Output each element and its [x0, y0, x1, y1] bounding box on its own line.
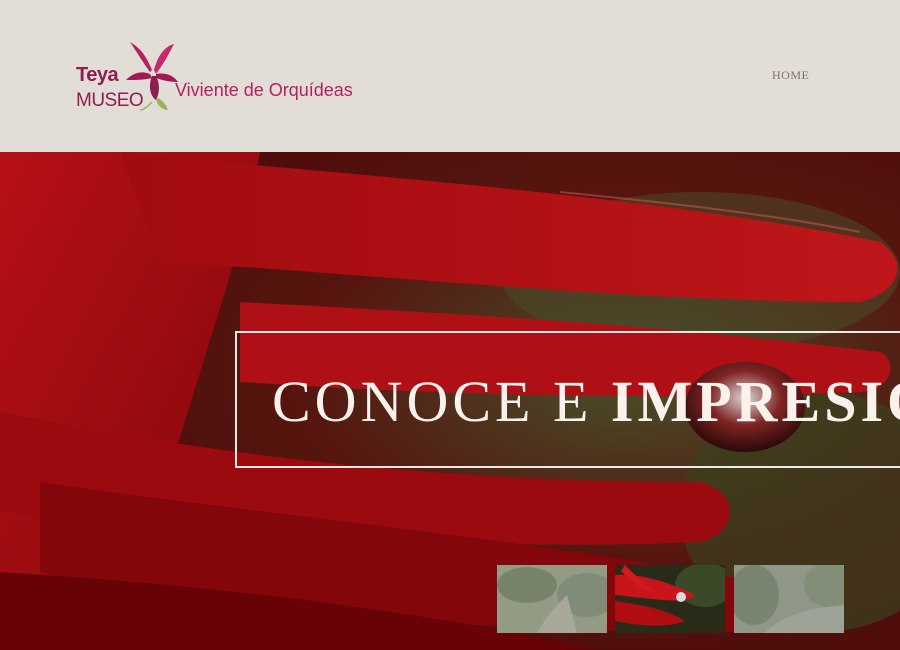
hero-headline: CONOCE E IMPRESIO	[272, 367, 900, 437]
logo-teya-text: Teya	[76, 64, 119, 86]
garden-stream-thumbnail	[734, 565, 844, 633]
site-header: Teya MUSEO Viviente de Orquídeas HOME	[0, 0, 900, 152]
garden-path-thumbnail	[497, 565, 607, 633]
logo-museo-text: MUSEO	[76, 90, 144, 111]
headline-bold-text: IMPRESIO	[610, 369, 900, 434]
thumbnail-1[interactable]	[497, 565, 607, 633]
thumbnail-3[interactable]	[734, 565, 844, 633]
nav-home-link[interactable]: HOME	[772, 68, 809, 83]
logo-subtitle: Viviente de Orquídeas	[175, 80, 353, 100]
red-flower-thumbnail	[615, 565, 725, 633]
thumbnail-2[interactable]	[615, 565, 725, 633]
headline-light-text: CONOCE E	[272, 369, 611, 434]
site-logo[interactable]: Teya MUSEO Viviente de Orquídeas	[74, 40, 384, 115]
